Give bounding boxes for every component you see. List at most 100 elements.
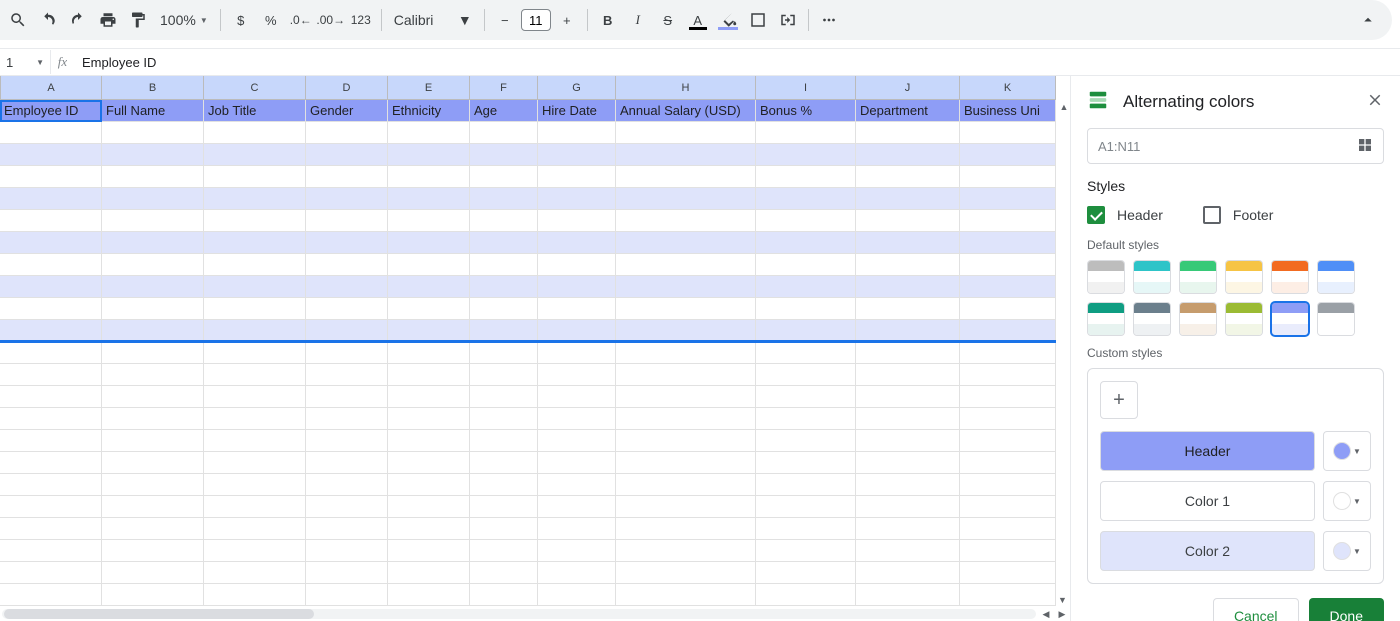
cell[interactable]: [756, 188, 856, 210]
cell[interactable]: [616, 474, 756, 496]
cell[interactable]: [756, 122, 856, 144]
cell[interactable]: [538, 144, 616, 166]
cell[interactable]: [960, 386, 1056, 408]
cell[interactable]: [388, 144, 470, 166]
cell[interactable]: [538, 540, 616, 562]
cell[interactable]: [0, 496, 102, 518]
cell[interactable]: [756, 320, 856, 342]
cell[interactable]: [388, 540, 470, 562]
cell[interactable]: [470, 276, 538, 298]
cell[interactable]: [538, 254, 616, 276]
style-preset[interactable]: [1133, 302, 1171, 336]
cell[interactable]: [960, 496, 1056, 518]
formula-input[interactable]: Employee ID: [74, 55, 1400, 70]
italic-button[interactable]: I: [624, 6, 652, 34]
cell[interactable]: [856, 122, 960, 144]
cell[interactable]: [538, 122, 616, 144]
cell[interactable]: [856, 342, 960, 364]
fill-color-button[interactable]: [714, 6, 742, 34]
cell[interactable]: [388, 122, 470, 144]
scroll-up-button[interactable]: ▲: [1058, 100, 1070, 114]
style-preset[interactable]: [1133, 260, 1171, 294]
cell[interactable]: [470, 496, 538, 518]
cell[interactable]: [102, 144, 204, 166]
cell[interactable]: [616, 210, 756, 232]
cell[interactable]: [204, 518, 306, 540]
cell[interactable]: [0, 232, 102, 254]
decrease-decimal-button[interactable]: .0←: [287, 6, 315, 34]
cell[interactable]: [388, 166, 470, 188]
cell[interactable]: [0, 342, 102, 364]
header-cell[interactable]: Hire Date: [538, 100, 616, 122]
cell[interactable]: [470, 188, 538, 210]
cell[interactable]: [960, 298, 1056, 320]
cell[interactable]: [538, 232, 616, 254]
cell[interactable]: [756, 496, 856, 518]
cell[interactable]: [856, 210, 960, 232]
cell[interactable]: [470, 320, 538, 342]
cell[interactable]: [756, 540, 856, 562]
cell[interactable]: [102, 166, 204, 188]
cell[interactable]: [856, 364, 960, 386]
cell[interactable]: [538, 474, 616, 496]
cell[interactable]: [204, 144, 306, 166]
style-preset[interactable]: [1271, 302, 1309, 336]
cell[interactable]: [616, 386, 756, 408]
cell[interactable]: [470, 144, 538, 166]
cell[interactable]: [756, 166, 856, 188]
name-box[interactable]: 1▼: [0, 55, 50, 70]
cell[interactable]: [306, 276, 388, 298]
cell[interactable]: [306, 166, 388, 188]
cell[interactable]: [470, 364, 538, 386]
cell[interactable]: [388, 210, 470, 232]
cell[interactable]: [856, 584, 960, 606]
cell[interactable]: [388, 408, 470, 430]
cell[interactable]: [616, 496, 756, 518]
cell[interactable]: [306, 232, 388, 254]
header-cell[interactable]: Employee ID: [0, 100, 102, 122]
custom-header-row[interactable]: Header: [1100, 431, 1315, 471]
cell[interactable]: [306, 518, 388, 540]
cell[interactable]: [306, 474, 388, 496]
cell[interactable]: [204, 232, 306, 254]
header-cell[interactable]: Business Uni: [960, 100, 1056, 122]
cell[interactable]: [856, 408, 960, 430]
header-cell[interactable]: Job Title: [204, 100, 306, 122]
cell[interactable]: [616, 342, 756, 364]
cell[interactable]: [538, 364, 616, 386]
cell[interactable]: [616, 188, 756, 210]
header-color-picker[interactable]: ▼: [1323, 431, 1371, 471]
cell[interactable]: [756, 408, 856, 430]
cell[interactable]: [538, 430, 616, 452]
cell[interactable]: [0, 122, 102, 144]
vertical-scrollbar[interactable]: ▲ ▼: [1058, 100, 1070, 607]
cell[interactable]: [388, 386, 470, 408]
style-preset[interactable]: [1087, 302, 1125, 336]
cell[interactable]: [538, 210, 616, 232]
cell[interactable]: [470, 232, 538, 254]
cell[interactable]: [470, 166, 538, 188]
cell[interactable]: [204, 452, 306, 474]
cell[interactable]: [388, 232, 470, 254]
cell[interactable]: [204, 276, 306, 298]
cell[interactable]: [756, 430, 856, 452]
cell[interactable]: [306, 320, 388, 342]
scroll-right-button[interactable]: ▶: [1054, 607, 1070, 621]
cell[interactable]: [960, 584, 1056, 606]
cell[interactable]: [538, 188, 616, 210]
undo-icon[interactable]: [34, 6, 62, 34]
cell[interactable]: [388, 474, 470, 496]
cell[interactable]: [538, 584, 616, 606]
cell[interactable]: [960, 430, 1056, 452]
more-formats-button[interactable]: 123: [347, 6, 375, 34]
cell[interactable]: [204, 210, 306, 232]
font-family-dropdown[interactable]: Calibri▼: [388, 12, 478, 28]
cell[interactable]: [856, 254, 960, 276]
bold-button[interactable]: B: [594, 6, 622, 34]
cell[interactable]: [616, 166, 756, 188]
cell[interactable]: [616, 144, 756, 166]
cell[interactable]: [856, 474, 960, 496]
cell[interactable]: [616, 408, 756, 430]
percent-button[interactable]: %: [257, 6, 285, 34]
column-header-A[interactable]: A: [0, 76, 102, 100]
